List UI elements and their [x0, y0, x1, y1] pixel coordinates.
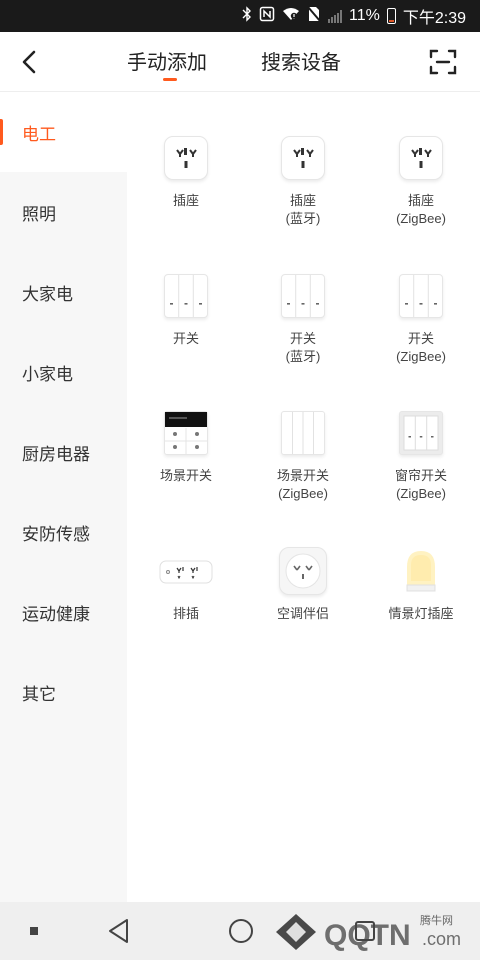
- tab-search-devices[interactable]: 搜索设备: [261, 46, 341, 75]
- switch-icon: [277, 270, 329, 322]
- device-label: 场景开关 (ZigBee): [276, 468, 329, 501]
- device-socket[interactable]: 插座: [127, 132, 245, 210]
- nfc-icon: [259, 6, 275, 27]
- sidebar-item-other[interactable]: 其它: [0, 652, 127, 732]
- watermark-domain: .com: [422, 929, 461, 949]
- sidebar-item-health[interactable]: 运动健康: [0, 572, 127, 652]
- device-label: 插座 (蓝牙): [285, 193, 321, 226]
- square-dot-icon: [30, 927, 38, 935]
- bluetooth-icon: [242, 5, 252, 27]
- device-curtain-switch-zigbee[interactable]: 窗帘开关 (ZigBee): [362, 407, 480, 503]
- watermark-site: 腾牛网: [420, 913, 453, 927]
- status-bar: 11% 下午2:39: [0, 0, 480, 32]
- device-label: 插座: [172, 193, 199, 208]
- scan-button[interactable]: [427, 46, 459, 78]
- category-sidebar: 电工 照明 大家电 小家电 厨房电器 安防传感 运动健康 其它: [0, 92, 127, 902]
- ac-companion-icon: [277, 545, 329, 597]
- device-scene-switch[interactable]: 场景开关: [127, 407, 245, 485]
- switch-icon: [160, 270, 212, 322]
- switch-icon: [395, 270, 447, 322]
- tab-manual-add[interactable]: 手动添加: [127, 46, 207, 75]
- device-label: 情景灯插座: [388, 606, 454, 621]
- curtain-switch-icon: [395, 407, 447, 459]
- active-tab-indicator: [163, 78, 177, 81]
- back-button[interactable]: [12, 44, 48, 80]
- sidebar-item-kitchen[interactable]: 厨房电器: [0, 412, 127, 492]
- nav-back-button[interactable]: [102, 902, 136, 960]
- sidebar-item-lighting[interactable]: 照明: [0, 172, 127, 252]
- sidebar-item-small-appliances[interactable]: 小家电: [0, 332, 127, 412]
- top-bar: 手动添加 搜索设备: [0, 32, 480, 92]
- device-label: 插座 (ZigBee): [396, 193, 446, 226]
- chevron-left-icon: [22, 50, 36, 74]
- socket-icon: [277, 132, 329, 184]
- device-label: 开关 (ZigBee): [396, 331, 446, 364]
- device-socket-bluetooth[interactable]: 插座 (蓝牙): [244, 132, 362, 228]
- device-label: 场景开关: [159, 468, 212, 483]
- device-switch-zigbee[interactable]: 开关 (ZigBee): [362, 270, 480, 366]
- night-light-icon: [395, 545, 447, 597]
- sidebar-item-electrician[interactable]: 电工: [0, 92, 127, 172]
- sidebar-item-security[interactable]: 安防传感: [0, 492, 127, 572]
- scan-icon: [429, 49, 457, 75]
- site-watermark: QQTN .com 腾牛网: [272, 908, 472, 956]
- no-sim-icon: [307, 5, 321, 27]
- device-label: 开关: [172, 331, 199, 346]
- scene-switch-icon: [277, 407, 329, 459]
- device-night-light-socket[interactable]: 情景灯插座: [362, 545, 480, 623]
- device-label: 空调伴侣: [276, 606, 329, 621]
- clock: 下午2:39: [402, 10, 466, 27]
- device-label: 排插: [172, 606, 199, 621]
- socket-icon: [395, 132, 447, 184]
- battery-percent: 11%: [349, 7, 380, 24]
- device-label: 窗帘开关 (ZigBee): [394, 468, 447, 501]
- device-socket-zigbee[interactable]: 插座 (ZigBee): [362, 132, 480, 228]
- device-switch[interactable]: 开关: [127, 270, 245, 348]
- battery-icon: [386, 8, 396, 24]
- power-strip-icon: [158, 545, 214, 597]
- socket-icon: [160, 132, 212, 184]
- nav-home-button[interactable]: [224, 902, 258, 960]
- triangle-back-icon: [109, 919, 128, 943]
- device-label: 开关 (蓝牙): [285, 331, 321, 364]
- circle-home-icon: [229, 919, 253, 943]
- nav-menu-button[interactable]: [20, 902, 48, 960]
- signal-icon: [328, 9, 342, 23]
- wifi-icon: [282, 7, 300, 26]
- device-ac-companion[interactable]: 空调伴侣: [244, 545, 362, 623]
- watermark-brand: QQTN: [324, 919, 411, 952]
- device-power-strip[interactable]: 排插: [127, 545, 245, 623]
- sidebar-item-large-appliances[interactable]: 大家电: [0, 252, 127, 332]
- device-scene-switch-zigbee[interactable]: 场景开关 (ZigBee): [244, 407, 362, 503]
- scene-switch-icon: [160, 407, 212, 459]
- device-switch-bluetooth[interactable]: 开关 (蓝牙): [244, 270, 362, 366]
- device-grid: 插座 插座 (蓝牙) 插座 (ZigBee) 开关 开关 (蓝牙) 开关 (Zi…: [127, 92, 480, 902]
